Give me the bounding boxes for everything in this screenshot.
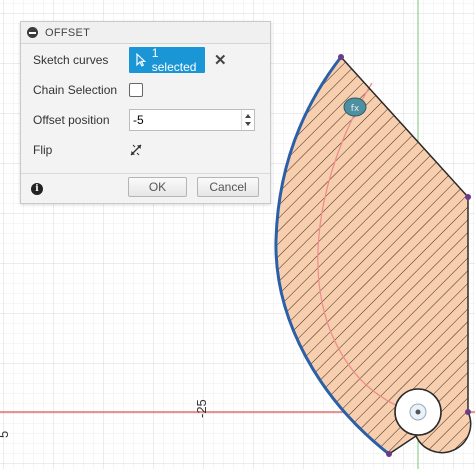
sketch-curves-selection-button[interactable]: 1 selected <box>129 46 205 74</box>
dialog-title: OFFSET <box>45 26 91 39</box>
offset-position-row: Offset position <box>33 107 260 133</box>
dialog-footer: i OK Cancel <box>21 173 270 204</box>
clear-selection-icon[interactable]: ✕ <box>214 51 227 69</box>
vertex-point[interactable] <box>386 451 392 457</box>
flip-row: Flip <box>33 137 260 163</box>
offset-spinner[interactable] <box>241 110 254 130</box>
cursor-arrow-icon <box>136 53 146 67</box>
sketch-curves-label: Sketch curves <box>33 53 109 67</box>
vertex-point[interactable] <box>338 54 344 60</box>
spin-up-icon[interactable] <box>245 114 251 118</box>
flip-arrows-icon[interactable] <box>129 143 143 157</box>
dialog-header[interactable]: OFFSET <box>21 22 270 44</box>
axis-tick-label: -25 <box>194 399 209 418</box>
flip-label: Flip <box>33 143 53 157</box>
vertex-point[interactable] <box>465 194 471 200</box>
axis-tick-label-left: 5 <box>0 431 11 438</box>
offset-dialog[interactable]: OFFSET Sketch curves 1 selected ✕ Chain … <box>20 21 271 204</box>
offset-position-field[interactable] <box>129 109 255 131</box>
offset-position-input[interactable] <box>130 112 235 128</box>
selection-count-text: 1 selected <box>151 46 197 74</box>
chain-selection-label: Chain Selection <box>33 83 118 97</box>
spin-down-icon[interactable] <box>245 122 251 126</box>
ok-button[interactable]: OK <box>128 177 187 197</box>
sketch-curves-row: Sketch curves 1 selected ✕ <box>33 46 260 74</box>
constraint-badge-icon[interactable]: fx <box>343 97 367 117</box>
vertex-point[interactable] <box>465 409 471 415</box>
collapse-icon[interactable] <box>27 27 38 38</box>
info-icon[interactable]: i <box>31 183 43 195</box>
chain-selection-row: Chain Selection <box>33 77 260 103</box>
origin-point <box>415 409 421 415</box>
offset-position-label: Offset position <box>33 113 110 127</box>
svg-text:fx: fx <box>351 104 360 114</box>
chain-selection-checkbox[interactable] <box>129 83 143 97</box>
cancel-button[interactable]: Cancel <box>197 177 259 197</box>
